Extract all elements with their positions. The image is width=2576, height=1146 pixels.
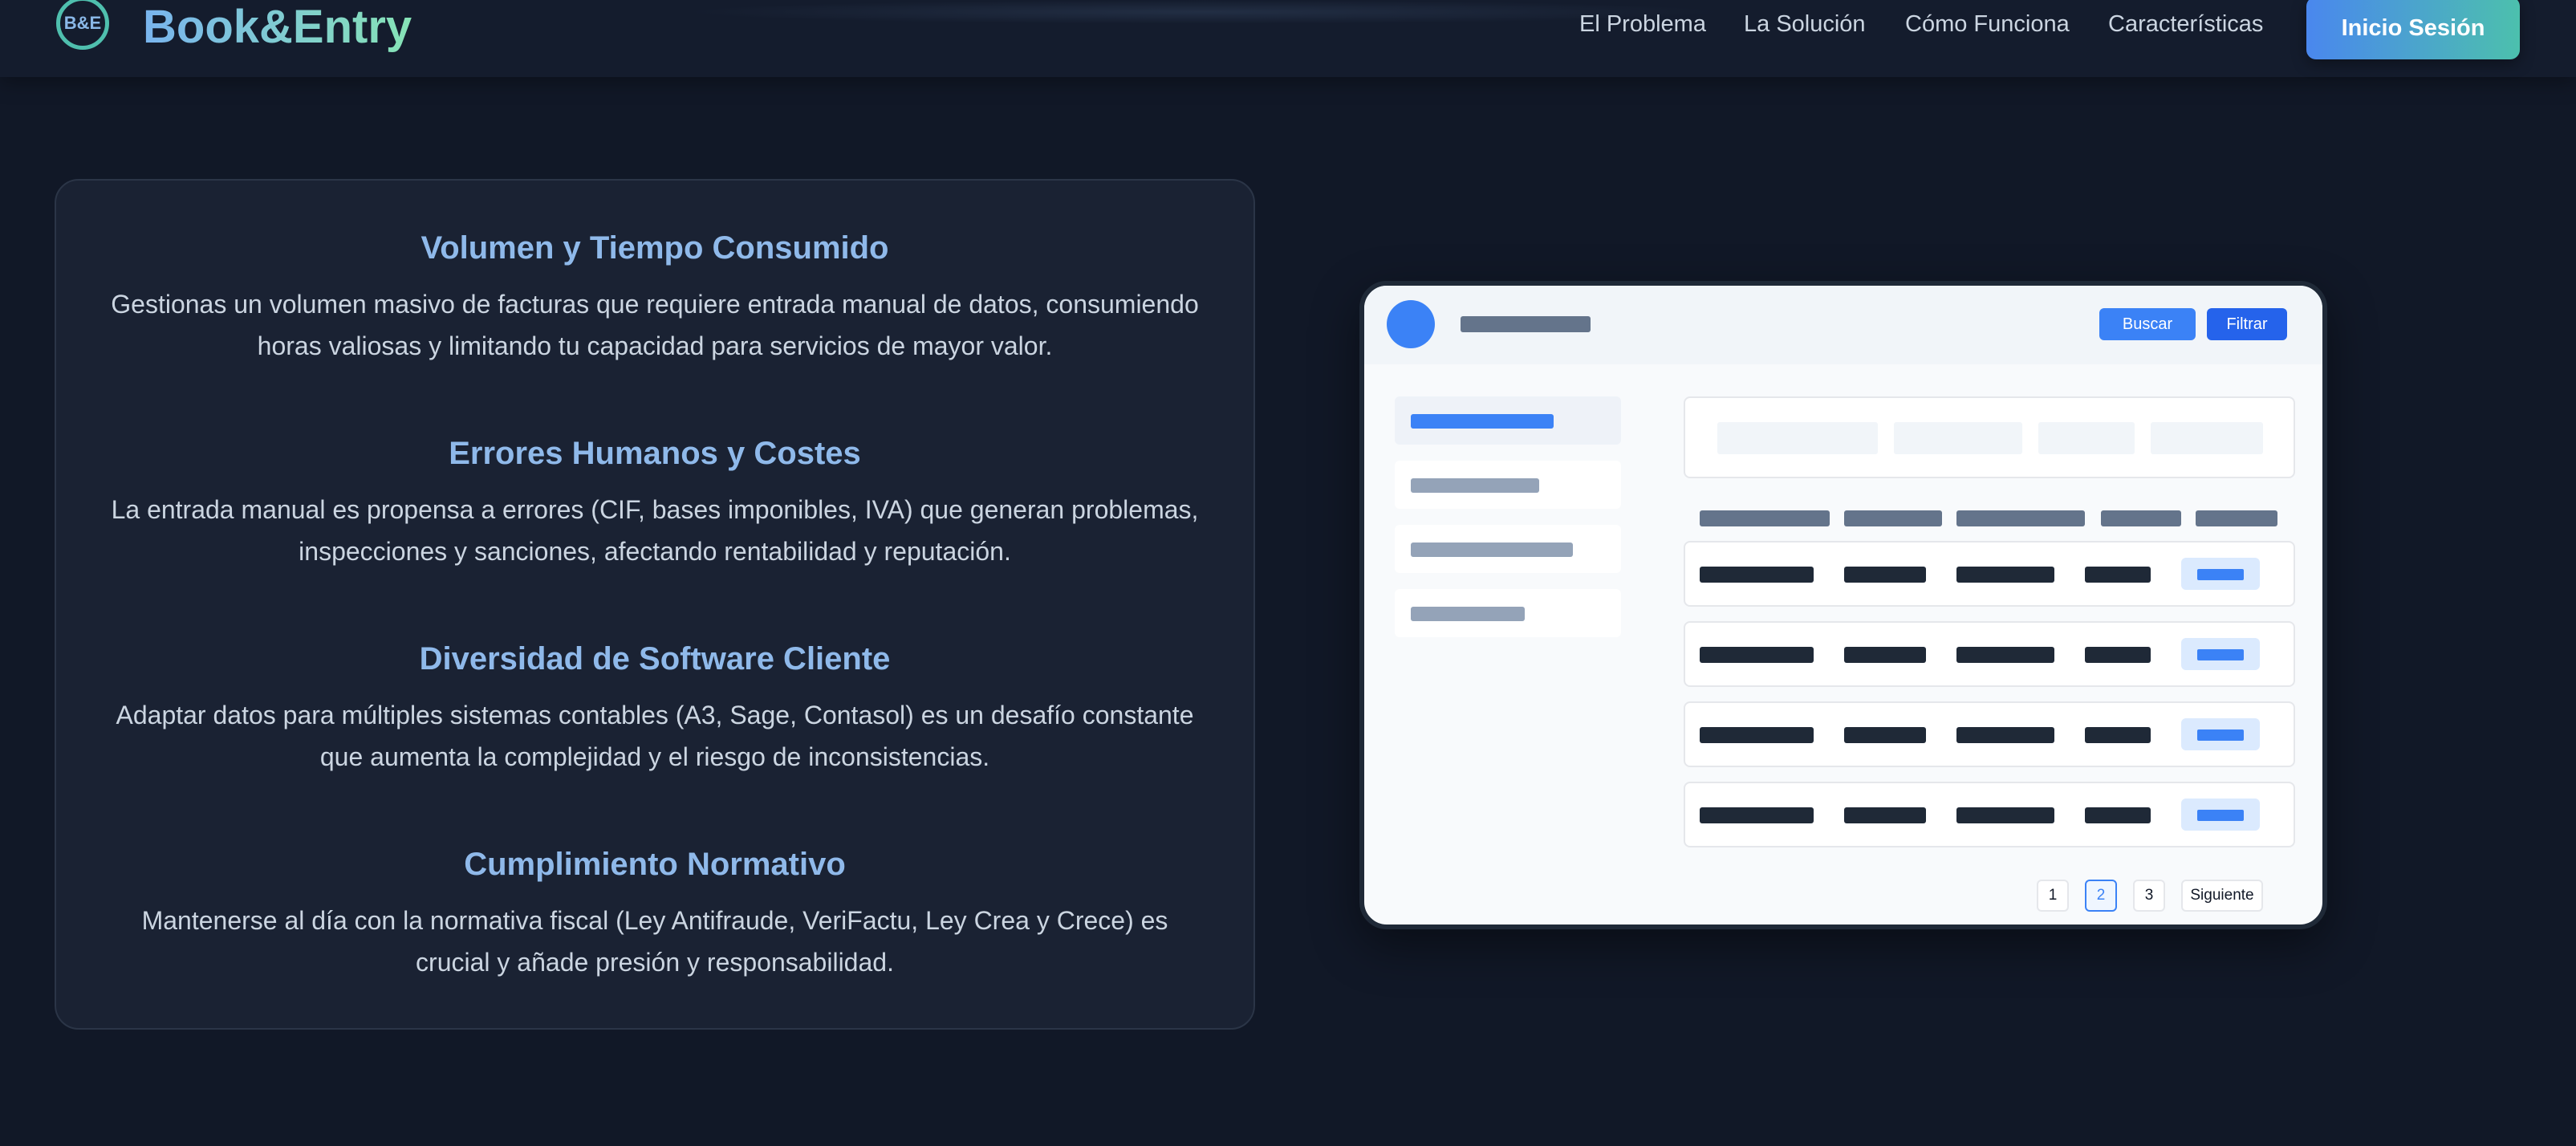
status-badge: [2181, 799, 2260, 831]
page-button-1[interactable]: 1: [2037, 880, 2069, 912]
sidebar-item-placeholder: [1411, 478, 1539, 493]
problem-description-line: Gestionas un volumen masivo de facturas …: [111, 290, 1199, 319]
logo-icon[interactable]: B&E: [56, 0, 109, 50]
cell-placeholder: [2085, 567, 2151, 583]
filter-button[interactable]: Filtrar: [2207, 308, 2287, 340]
problem-description-line: que aumenta la complejidad y el riesgo d…: [319, 742, 990, 771]
cell-placeholder: [1700, 647, 1814, 663]
problem-description-line: inspecciones y sanciones, afectando rent…: [299, 537, 1011, 566]
cell-placeholder: [1844, 807, 1926, 823]
avatar: [1387, 300, 1435, 348]
header-glow: [682, 0, 1725, 24]
login-button[interactable]: Inicio Sesión: [2306, 0, 2520, 59]
status-badge-fill: [2197, 729, 2244, 741]
filter-field-placeholder[interactable]: [1717, 422, 1878, 454]
problem-title: Diversidad de Software Cliente: [419, 641, 891, 677]
problems-card: Volumen y Tiempo Consumido Gestionas un …: [55, 179, 1255, 1030]
nav-link-como-funciona[interactable]: Cómo Funciona: [1905, 11, 2070, 38]
problem-description: Mantenerse al día con la normativa fisca…: [88, 900, 1221, 983]
cell-placeholder: [1844, 727, 1926, 743]
cell-placeholder: [1956, 727, 2054, 743]
problem-description-line: Mantenerse al día con la normativa fisca…: [141, 906, 1168, 935]
search-button[interactable]: Buscar: [2099, 308, 2196, 340]
problem-description: Gestionas un volumen masivo de facturas …: [88, 283, 1221, 367]
page-button-3[interactable]: 3: [2133, 880, 2165, 912]
problem-description-line: crucial y añade presión y responsabilida…: [416, 948, 894, 977]
cell-placeholder: [1956, 807, 2054, 823]
table-header-placeholder: [2101, 510, 2181, 526]
table-header-placeholder: [1956, 510, 2085, 526]
problem-description-line: Adaptar datos para múltiples sistemas co…: [116, 701, 1194, 729]
status-badge-fill: [2197, 810, 2244, 821]
sidebar-item-placeholder: [1411, 543, 1573, 557]
mockup-title-placeholder: [1461, 316, 1591, 332]
filter-field-placeholder[interactable]: [2038, 422, 2135, 454]
table-header-placeholder: [1844, 510, 1942, 526]
cell-placeholder: [2085, 807, 2151, 823]
nav-link-el-problema[interactable]: El Problema: [1579, 11, 1706, 38]
mockup-filter-panel: [1684, 396, 2295, 478]
table-header-placeholder: [1700, 510, 1830, 526]
table-row[interactable]: [1684, 621, 2295, 687]
table-row[interactable]: [1684, 782, 2295, 847]
nav-link-la-solucion[interactable]: La Solución: [1744, 11, 1866, 38]
next-page-button[interactable]: Siguiente: [2181, 880, 2263, 912]
table-row[interactable]: [1684, 541, 2295, 607]
cell-placeholder: [1700, 807, 1814, 823]
problem-description: La entrada manual es propensa a errores …: [88, 489, 1221, 572]
cell-placeholder: [1700, 727, 1814, 743]
problem-title: Cumplimiento Normativo: [464, 847, 846, 882]
table-row[interactable]: [1684, 701, 2295, 767]
cell-placeholder: [1844, 647, 1926, 663]
mockup-sidebar-item[interactable]: [1395, 589, 1621, 637]
site-header: B&E Book&Entry El Problema La Solución C…: [0, 0, 2576, 77]
table-header-placeholder: [2196, 510, 2277, 526]
status-badge-fill: [2197, 649, 2244, 660]
cell-placeholder: [2085, 727, 2151, 743]
status-badge: [2181, 718, 2260, 750]
problem-description-line: horas valiosas y limitando tu capacidad …: [257, 331, 1053, 360]
problem-title: Volumen y Tiempo Consumido: [421, 230, 889, 266]
status-badge-fill: [2197, 569, 2244, 580]
nav-link-caracteristicas[interactable]: Características: [2108, 11, 2263, 38]
mockup-topbar: Buscar Filtrar: [1364, 286, 2322, 364]
cell-placeholder: [1844, 567, 1926, 583]
brand-name[interactable]: Book&Entry: [143, 0, 412, 59]
cell-placeholder: [1956, 567, 2054, 583]
cell-placeholder: [1700, 567, 1814, 583]
cell-placeholder: [1956, 647, 2054, 663]
app-mockup: Buscar Filtrar 1 2 3 Siguiente: [1359, 281, 2327, 929]
problem-title: Errores Humanos y Costes: [449, 436, 861, 471]
filter-field-placeholder[interactable]: [2151, 422, 2263, 454]
problem-description: Adaptar datos para múltiples sistemas co…: [88, 694, 1221, 778]
sidebar-item-placeholder: [1411, 414, 1554, 429]
mockup-sidebar-item[interactable]: [1395, 525, 1621, 573]
cell-placeholder: [2085, 647, 2151, 663]
page-button-2[interactable]: 2: [2085, 880, 2117, 912]
problem-description-line: La entrada manual es propensa a errores …: [111, 495, 1199, 524]
mockup-sidebar-item[interactable]: [1395, 396, 1621, 445]
mockup-sidebar-item[interactable]: [1395, 461, 1621, 509]
filter-field-placeholder[interactable]: [1894, 422, 2022, 454]
status-badge: [2181, 558, 2260, 590]
sidebar-item-placeholder: [1411, 607, 1525, 621]
status-badge: [2181, 638, 2260, 670]
logo-text: B&E: [63, 13, 102, 33]
